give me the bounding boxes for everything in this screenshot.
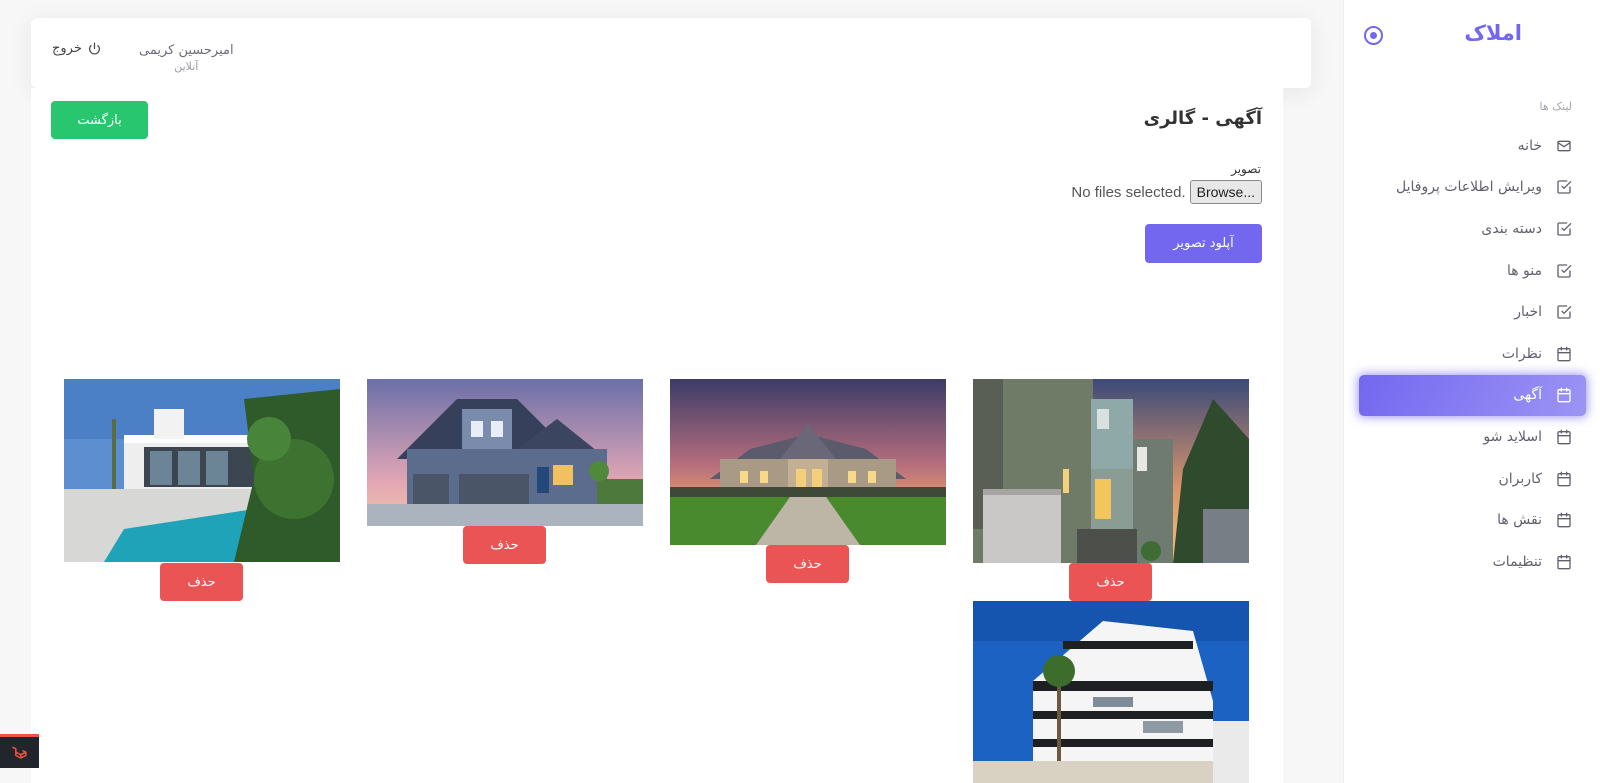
gallery-item — [973, 601, 1249, 783]
mail-icon — [1556, 138, 1572, 154]
sidebar-item-slideshow[interactable]: اسلاید شو — [1359, 416, 1586, 458]
user-status: آنلاین — [174, 60, 199, 73]
sidebar-brand: املاک — [1364, 20, 1580, 50]
sidebar-item-label: آگهی — [1513, 387, 1542, 404]
calendar-icon — [1556, 554, 1572, 570]
sidebar-item-label: نقش ها — [1497, 512, 1542, 529]
brand-title[interactable]: املاک — [1464, 21, 1522, 45]
sidebar-item-comments[interactable]: نظرات — [1359, 333, 1586, 375]
file-status: No files selected. — [1071, 183, 1186, 201]
main-sidebar: املاک لینک ها خانه ویرایش اطلاعات پروفای… — [1343, 0, 1600, 783]
sidebar-item-label: نظرات — [1501, 345, 1542, 362]
debugbar-toggle-icon[interactable] — [0, 734, 39, 768]
power-icon — [88, 42, 101, 55]
gallery-item: حذف — [367, 379, 643, 564]
sidebar-item-label: کاربران — [1498, 470, 1542, 487]
delete-image-button[interactable]: حذف — [1069, 563, 1152, 601]
sidebar-item-label: اسلاید شو — [1483, 428, 1542, 445]
sidebar-item-label: دسته بندی — [1481, 220, 1542, 237]
sidebar-nav: خانه ویرایش اطلاعات پروفایل دسته بندی من… — [1359, 125, 1586, 583]
gallery-item: حذف — [670, 379, 946, 584]
logout-button[interactable]: خروج — [52, 41, 101, 56]
gallery-image — [64, 379, 340, 562]
sidebar-item-ads[interactable]: آگهی — [1359, 374, 1586, 417]
sidebar-item-menus[interactable]: منو ها — [1359, 250, 1586, 292]
file-input[interactable]: Browse... No files selected. — [1071, 180, 1262, 204]
browse-button[interactable]: Browse... — [1189, 180, 1262, 204]
sidebar-item-categories[interactable]: دسته بندی — [1359, 208, 1586, 250]
upload-image-button[interactable]: آپلود تصویر — [1145, 224, 1262, 263]
image-field-label: تصویر — [1231, 162, 1261, 176]
sidebar-item-news[interactable]: اخبار — [1359, 291, 1586, 333]
content-card: آگهی - گالری بازگشت تصویر Browse... No f… — [31, 88, 1283, 783]
gallery-item: حذف — [973, 379, 1249, 601]
sidebar-item-users[interactable]: کاربران — [1359, 458, 1586, 500]
sidebar-item-label: منو ها — [1506, 262, 1542, 279]
sidebar-item-label: خانه — [1517, 137, 1542, 154]
sidebar-item-label: اخبار — [1514, 304, 1542, 321]
calendar-icon — [1556, 429, 1572, 445]
sidebar-item-home[interactable]: خانه — [1359, 125, 1586, 167]
gallery-item: حذف — [64, 379, 340, 601]
gallery-image — [973, 379, 1249, 563]
calendar-icon — [1556, 471, 1572, 487]
delete-image-button[interactable]: حذف — [766, 545, 849, 583]
sidebar-item-edit-profile[interactable]: ویرایش اطلاعات پروفایل — [1359, 167, 1586, 209]
sidebar-item-label: ویرایش اطلاعات پروفایل — [1396, 179, 1542, 196]
sidebar-toggle-icon[interactable] — [1364, 26, 1383, 45]
top-navbar: خروج امیرحسین کریمی آنلاین — [31, 18, 1311, 88]
calendar-icon — [1556, 346, 1572, 362]
user-name: امیرحسین کریمی — [139, 43, 234, 58]
check-square-icon — [1556, 221, 1572, 237]
nav-section-header: لینک ها — [1539, 100, 1572, 113]
delete-image-button[interactable]: حذف — [160, 563, 243, 601]
user-info[interactable]: امیرحسین کریمی آنلاین — [139, 43, 234, 73]
delete-image-button[interactable]: حذف — [463, 526, 546, 564]
check-square-icon — [1556, 304, 1572, 320]
gallery-image — [367, 379, 643, 526]
gallery-image — [670, 379, 946, 545]
back-button[interactable]: بازگشت — [51, 101, 148, 139]
sidebar-item-settings[interactable]: تنظیمات — [1359, 541, 1586, 583]
page-title: آگهی - گالری — [1143, 108, 1262, 129]
calendar-icon — [1556, 512, 1572, 528]
gallery-image — [973, 601, 1249, 783]
calendar-icon — [1556, 387, 1572, 403]
check-square-icon — [1556, 263, 1572, 279]
sidebar-item-label: تنظیمات — [1492, 553, 1542, 570]
sidebar-item-roles[interactable]: نقش ها — [1359, 499, 1586, 541]
logout-label: خروج — [52, 41, 82, 56]
check-square-icon — [1556, 179, 1572, 195]
